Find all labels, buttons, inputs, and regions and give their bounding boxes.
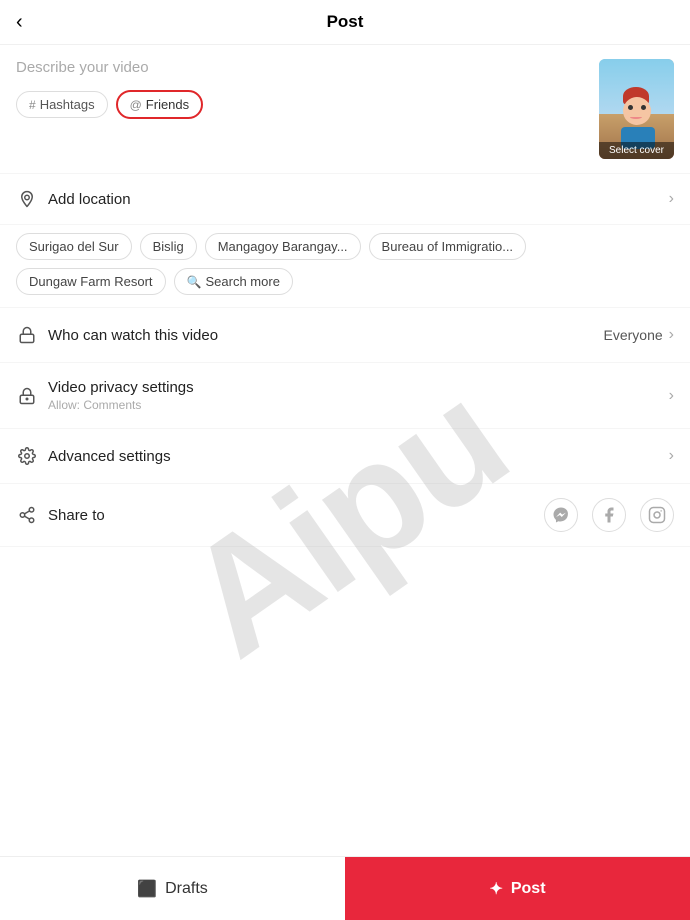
- page-title: Post: [327, 12, 364, 32]
- advanced-settings-content: Advanced settings: [48, 448, 669, 465]
- chip-mangagoy[interactable]: Mangagoy Barangay...: [205, 233, 361, 260]
- back-button[interactable]: ‹: [16, 11, 23, 34]
- post-spark-icon: ✦: [489, 879, 502, 899]
- tag-buttons: # Hashtags @ Friends: [16, 90, 587, 119]
- share-to-row: Share to: [0, 484, 690, 547]
- share-icons-group: [544, 498, 674, 532]
- description-area: Describe your video # Hashtags @ Friends: [0, 45, 690, 174]
- location-chevron: ›: [669, 190, 674, 208]
- who-can-watch-right: Everyone ›: [604, 326, 674, 344]
- location-label: Add location: [48, 191, 669, 208]
- thumbnail[interactable]: Select cover: [599, 59, 674, 159]
- description-placeholder[interactable]: Describe your video: [16, 59, 587, 76]
- chip-surigao[interactable]: Surigao del Sur: [16, 233, 132, 260]
- share-to-label: Share to: [48, 507, 544, 524]
- who-can-watch-row[interactable]: Who can watch this video Everyone ›: [0, 308, 690, 363]
- facebook-share-button[interactable]: [592, 498, 626, 532]
- drafts-icon: ⬛: [137, 879, 157, 899]
- who-can-watch-content: Who can watch this video: [48, 327, 604, 344]
- advanced-settings-title: Advanced settings: [48, 448, 669, 465]
- location-icon: [16, 188, 38, 210]
- who-can-watch-value: Everyone: [604, 327, 663, 343]
- video-privacy-subtitle: Allow: Comments: [48, 398, 669, 412]
- gear-icon: [16, 445, 38, 467]
- header: ‹ Post: [0, 0, 690, 45]
- video-privacy-right: ›: [669, 387, 674, 405]
- bottom-actions: ⬛ Drafts ✦ Post: [0, 856, 690, 920]
- location-chips: Surigao del Sur Bislig Mangagoy Barangay…: [0, 225, 690, 308]
- video-privacy-content: Video privacy settings Allow: Comments: [48, 379, 669, 412]
- at-icon: @: [130, 98, 142, 112]
- who-can-watch-chevron: ›: [669, 326, 674, 344]
- description-left: Describe your video # Hashtags @ Friends: [16, 59, 587, 119]
- search-more-chip[interactable]: 🔍 Search more: [174, 268, 293, 295]
- video-privacy-title: Video privacy settings: [48, 379, 669, 396]
- post-button[interactable]: ✦ Post: [345, 857, 690, 920]
- search-icon: 🔍: [187, 275, 202, 289]
- drafts-button[interactable]: ⬛ Drafts: [0, 857, 345, 920]
- add-location-row[interactable]: Add location ›: [0, 174, 690, 225]
- video-privacy-chevron: ›: [669, 387, 674, 405]
- video-privacy-row[interactable]: Video privacy settings Allow: Comments ›: [0, 363, 690, 429]
- messenger-share-button[interactable]: [544, 498, 578, 532]
- chip-bureau[interactable]: Bureau of Immigratio...: [369, 233, 527, 260]
- who-can-watch-title: Who can watch this video: [48, 327, 604, 344]
- privacy-lock-icon: [16, 385, 38, 407]
- share-icon: [16, 504, 38, 526]
- friends-button[interactable]: @ Friends: [116, 90, 204, 119]
- instagram-share-button[interactable]: [640, 498, 674, 532]
- advanced-chevron: ›: [669, 447, 674, 465]
- select-cover-label: Select cover: [599, 142, 674, 159]
- hashtag-icon: #: [29, 98, 36, 112]
- advanced-settings-row[interactable]: Advanced settings ›: [0, 429, 690, 484]
- chip-bislig[interactable]: Bislig: [140, 233, 197, 260]
- chip-dungaw[interactable]: Dungaw Farm Resort: [16, 268, 166, 295]
- advanced-settings-right: ›: [669, 447, 674, 465]
- lock-icon: [16, 324, 38, 346]
- hashtags-button[interactable]: # Hashtags: [16, 91, 108, 118]
